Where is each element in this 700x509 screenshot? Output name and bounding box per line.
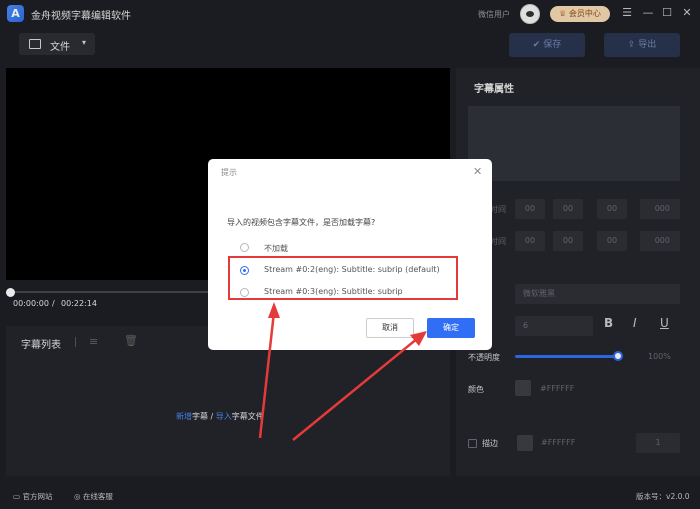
dialog-title: 提示 — [221, 168, 237, 177]
annotation-highlight-box — [228, 256, 458, 300]
cancel-button[interactable]: 取消 — [366, 318, 414, 338]
confirm-button[interactable]: 确定 — [427, 318, 475, 338]
option-no-load-radio[interactable] — [240, 243, 249, 252]
close-icon[interactable]: ✕ — [473, 165, 482, 178]
dialog-question: 导入的视频包含字幕文件，是否加载字幕? — [227, 218, 376, 227]
option-no-load-label[interactable]: 不加载 — [264, 243, 288, 254]
